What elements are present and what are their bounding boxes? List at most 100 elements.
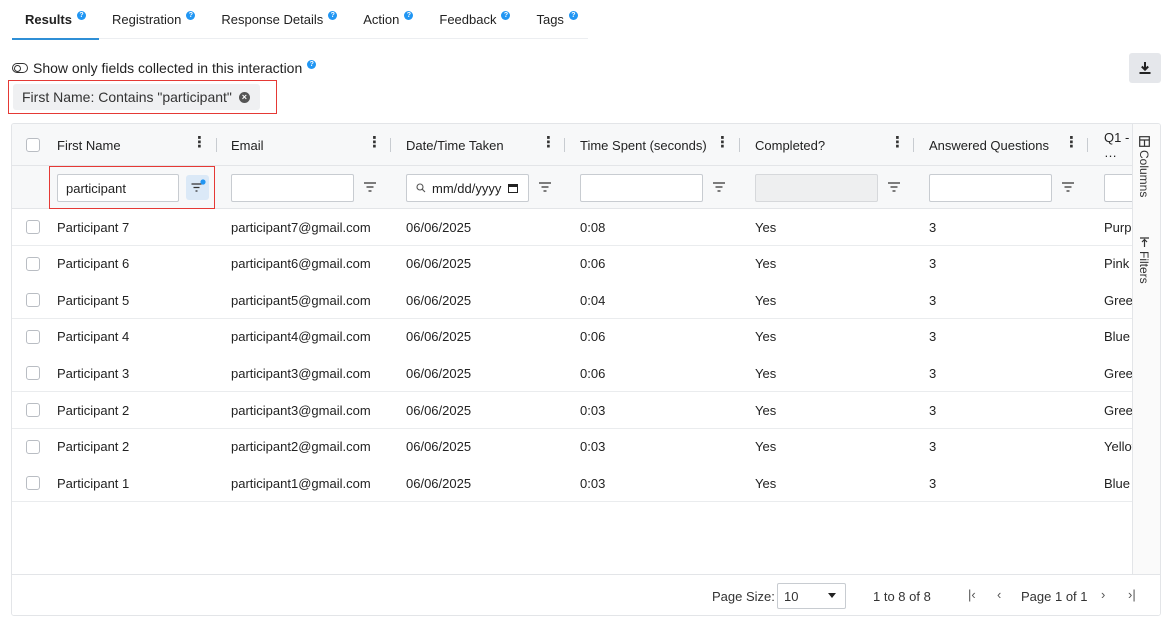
columns-side-tab[interactable]: Columns bbox=[1137, 136, 1151, 197]
column-header-q1[interactable]: Q1 - … bbox=[1104, 124, 1132, 166]
cell-completed: Yes bbox=[755, 402, 777, 418]
active-filter-label: First Name: Contains "participant" bbox=[22, 89, 232, 105]
table-row[interactable]: Participant 1 participant1@gmail.com 06/06… bbox=[12, 465, 1132, 503]
cell-first-name: Participant 2 bbox=[57, 439, 130, 455]
column-menu-icon[interactable]: ⋮ bbox=[890, 135, 905, 150]
cell-q1: Green bbox=[1104, 292, 1132, 308]
column-separator bbox=[913, 124, 915, 166]
remove-filter-icon[interactable]: × bbox=[238, 91, 250, 103]
previous-page-icon[interactable]: ‹ bbox=[997, 587, 1001, 602]
row-checkbox[interactable] bbox=[26, 293, 40, 308]
column-separator bbox=[216, 124, 218, 166]
table-row[interactable]: Participant 2 participant3@gmail.com 06/06… bbox=[12, 392, 1132, 429]
time-spent-filter-input[interactable] bbox=[580, 174, 703, 202]
row-checkbox[interactable] bbox=[26, 403, 40, 417]
page-size-value: 10 bbox=[784, 588, 799, 604]
cell-time: 0:04 bbox=[580, 292, 606, 308]
first-name-filter-button[interactable] bbox=[186, 175, 209, 200]
row-checkbox[interactable] bbox=[26, 329, 40, 344]
tab-feedback[interactable]: Feedback? bbox=[426, 0, 523, 39]
cell-date: 06/06/2025 bbox=[406, 475, 472, 491]
filters-side-tab[interactable]: Filters bbox=[1137, 237, 1151, 284]
help-icon[interactable]: ? bbox=[501, 11, 511, 20]
help-icon[interactable]: ? bbox=[186, 11, 196, 20]
column-resize-handle[interactable] bbox=[216, 138, 217, 152]
cell-time: 0:03 bbox=[580, 475, 606, 491]
table-row[interactable]: Participant 2 participant2@gmail.com 06/06… bbox=[12, 428, 1132, 466]
column-header-time-spent[interactable]: Time Spent (seconds) bbox=[580, 124, 707, 166]
column-menu-icon[interactable]: ⋮ bbox=[192, 135, 207, 150]
tab-registration[interactable]: Registration? bbox=[99, 0, 208, 39]
q1-filter-input[interactable] bbox=[1104, 174, 1132, 202]
filter-icon[interactable] bbox=[712, 180, 726, 194]
column-separator bbox=[1087, 124, 1089, 166]
help-icon[interactable]: ? bbox=[404, 11, 414, 20]
download-button[interactable] bbox=[1129, 53, 1161, 83]
row-checkbox[interactable] bbox=[26, 220, 40, 234]
column-menu-icon[interactable]: ⋮ bbox=[715, 135, 730, 150]
column-menu-icon[interactable]: ⋮ bbox=[367, 135, 382, 150]
toggle-label: Show only fields collected in this inter… bbox=[33, 60, 303, 76]
help-icon[interactable]: ? bbox=[307, 59, 317, 69]
cell-completed: Yes bbox=[755, 219, 777, 235]
row-checkbox[interactable] bbox=[26, 366, 40, 381]
column-header-answered[interactable]: Answered Questions bbox=[929, 124, 1049, 166]
filter-icon[interactable] bbox=[1061, 180, 1075, 194]
tab-tags[interactable]: Tags? bbox=[523, 0, 590, 39]
column-header-email[interactable]: Email bbox=[231, 124, 264, 166]
toggle-switch[interactable] bbox=[12, 63, 28, 73]
select-all-checkbox[interactable] bbox=[26, 138, 40, 152]
cell-q1: Blue bbox=[1104, 475, 1131, 491]
date-filter-input[interactable]: mm/dd/yyyy bbox=[406, 174, 529, 202]
help-icon[interactable]: ? bbox=[76, 11, 86, 20]
search-icon bbox=[416, 183, 426, 193]
cell-q1: Yellow bbox=[1104, 439, 1132, 455]
row-checkbox[interactable] bbox=[26, 476, 40, 491]
table-row[interactable]: Participant 3 participant3@gmail.com 06/06… bbox=[12, 355, 1132, 393]
column-resize-handle[interactable] bbox=[390, 138, 391, 152]
answered-filter-input[interactable] bbox=[929, 174, 1052, 202]
next-page-icon[interactable]: › bbox=[1101, 587, 1105, 602]
column-menu-icon[interactable]: ⋮ bbox=[541, 135, 556, 150]
tab-label: Tags bbox=[536, 12, 564, 27]
cell-time: 0:08 bbox=[580, 219, 606, 235]
tab-results[interactable]: Results? bbox=[12, 0, 99, 40]
page-indicator-text: Page 1 of 1 bbox=[1021, 588, 1088, 604]
select-all-cell bbox=[26, 124, 40, 166]
column-resize-handle[interactable] bbox=[913, 138, 914, 152]
column-header-date[interactable]: Date/Time Taken bbox=[406, 124, 504, 166]
column-menu-icon[interactable]: ⋮ bbox=[1064, 135, 1079, 150]
tab-bar: Results? Registration? Response Details?… bbox=[12, 0, 590, 40]
cell-answered: 3 bbox=[929, 439, 937, 455]
calendar-icon[interactable] bbox=[508, 183, 519, 193]
last-page-icon[interactable]: ›| bbox=[1128, 587, 1136, 602]
table-row[interactable]: Participant 7 participant7@gmail.com 06/06… bbox=[12, 209, 1132, 246]
first-page-icon[interactable]: |‹ bbox=[968, 587, 976, 602]
first-name-filter-input[interactable]: participant bbox=[57, 174, 179, 202]
cell-q1: Pink bbox=[1104, 256, 1130, 272]
row-checkbox[interactable] bbox=[26, 439, 40, 454]
column-header-first-name[interactable]: First Name bbox=[57, 124, 121, 166]
table-row[interactable]: Participant 6 participant6@gmail.com 06/06… bbox=[12, 245, 1132, 283]
tab-action[interactable]: Action? bbox=[350, 0, 426, 39]
column-title: Completed? bbox=[755, 137, 826, 153]
column-header-completed[interactable]: Completed? bbox=[755, 124, 825, 166]
filter-icon[interactable] bbox=[363, 180, 377, 194]
filter-icon[interactable] bbox=[887, 180, 901, 194]
tab-response-details[interactable]: Response Details? bbox=[208, 0, 350, 39]
help-icon[interactable]: ? bbox=[568, 11, 578, 20]
help-icon[interactable]: ? bbox=[328, 11, 338, 20]
page-indicator: Page 1 of 1 bbox=[1021, 575, 1088, 615]
email-filter-input[interactable] bbox=[231, 174, 354, 202]
filter-icon[interactable] bbox=[538, 180, 552, 194]
column-resize-handle[interactable] bbox=[739, 138, 740, 152]
table-row[interactable]: Participant 4 participant4@gmail.com 06/06… bbox=[12, 318, 1132, 356]
page-size-select[interactable]: 10 bbox=[777, 583, 846, 609]
columns-label: Columns bbox=[1137, 150, 1151, 198]
column-resize-handle[interactable] bbox=[564, 138, 565, 152]
column-resize-handle[interactable] bbox=[1087, 138, 1088, 152]
cell-date: 06/06/2025 bbox=[406, 329, 472, 345]
cell-first-name: Participant 3 bbox=[57, 365, 130, 381]
table-row[interactable]: Participant 5 participant5@gmail.com 06/06… bbox=[12, 282, 1132, 320]
row-checkbox[interactable] bbox=[26, 256, 40, 271]
